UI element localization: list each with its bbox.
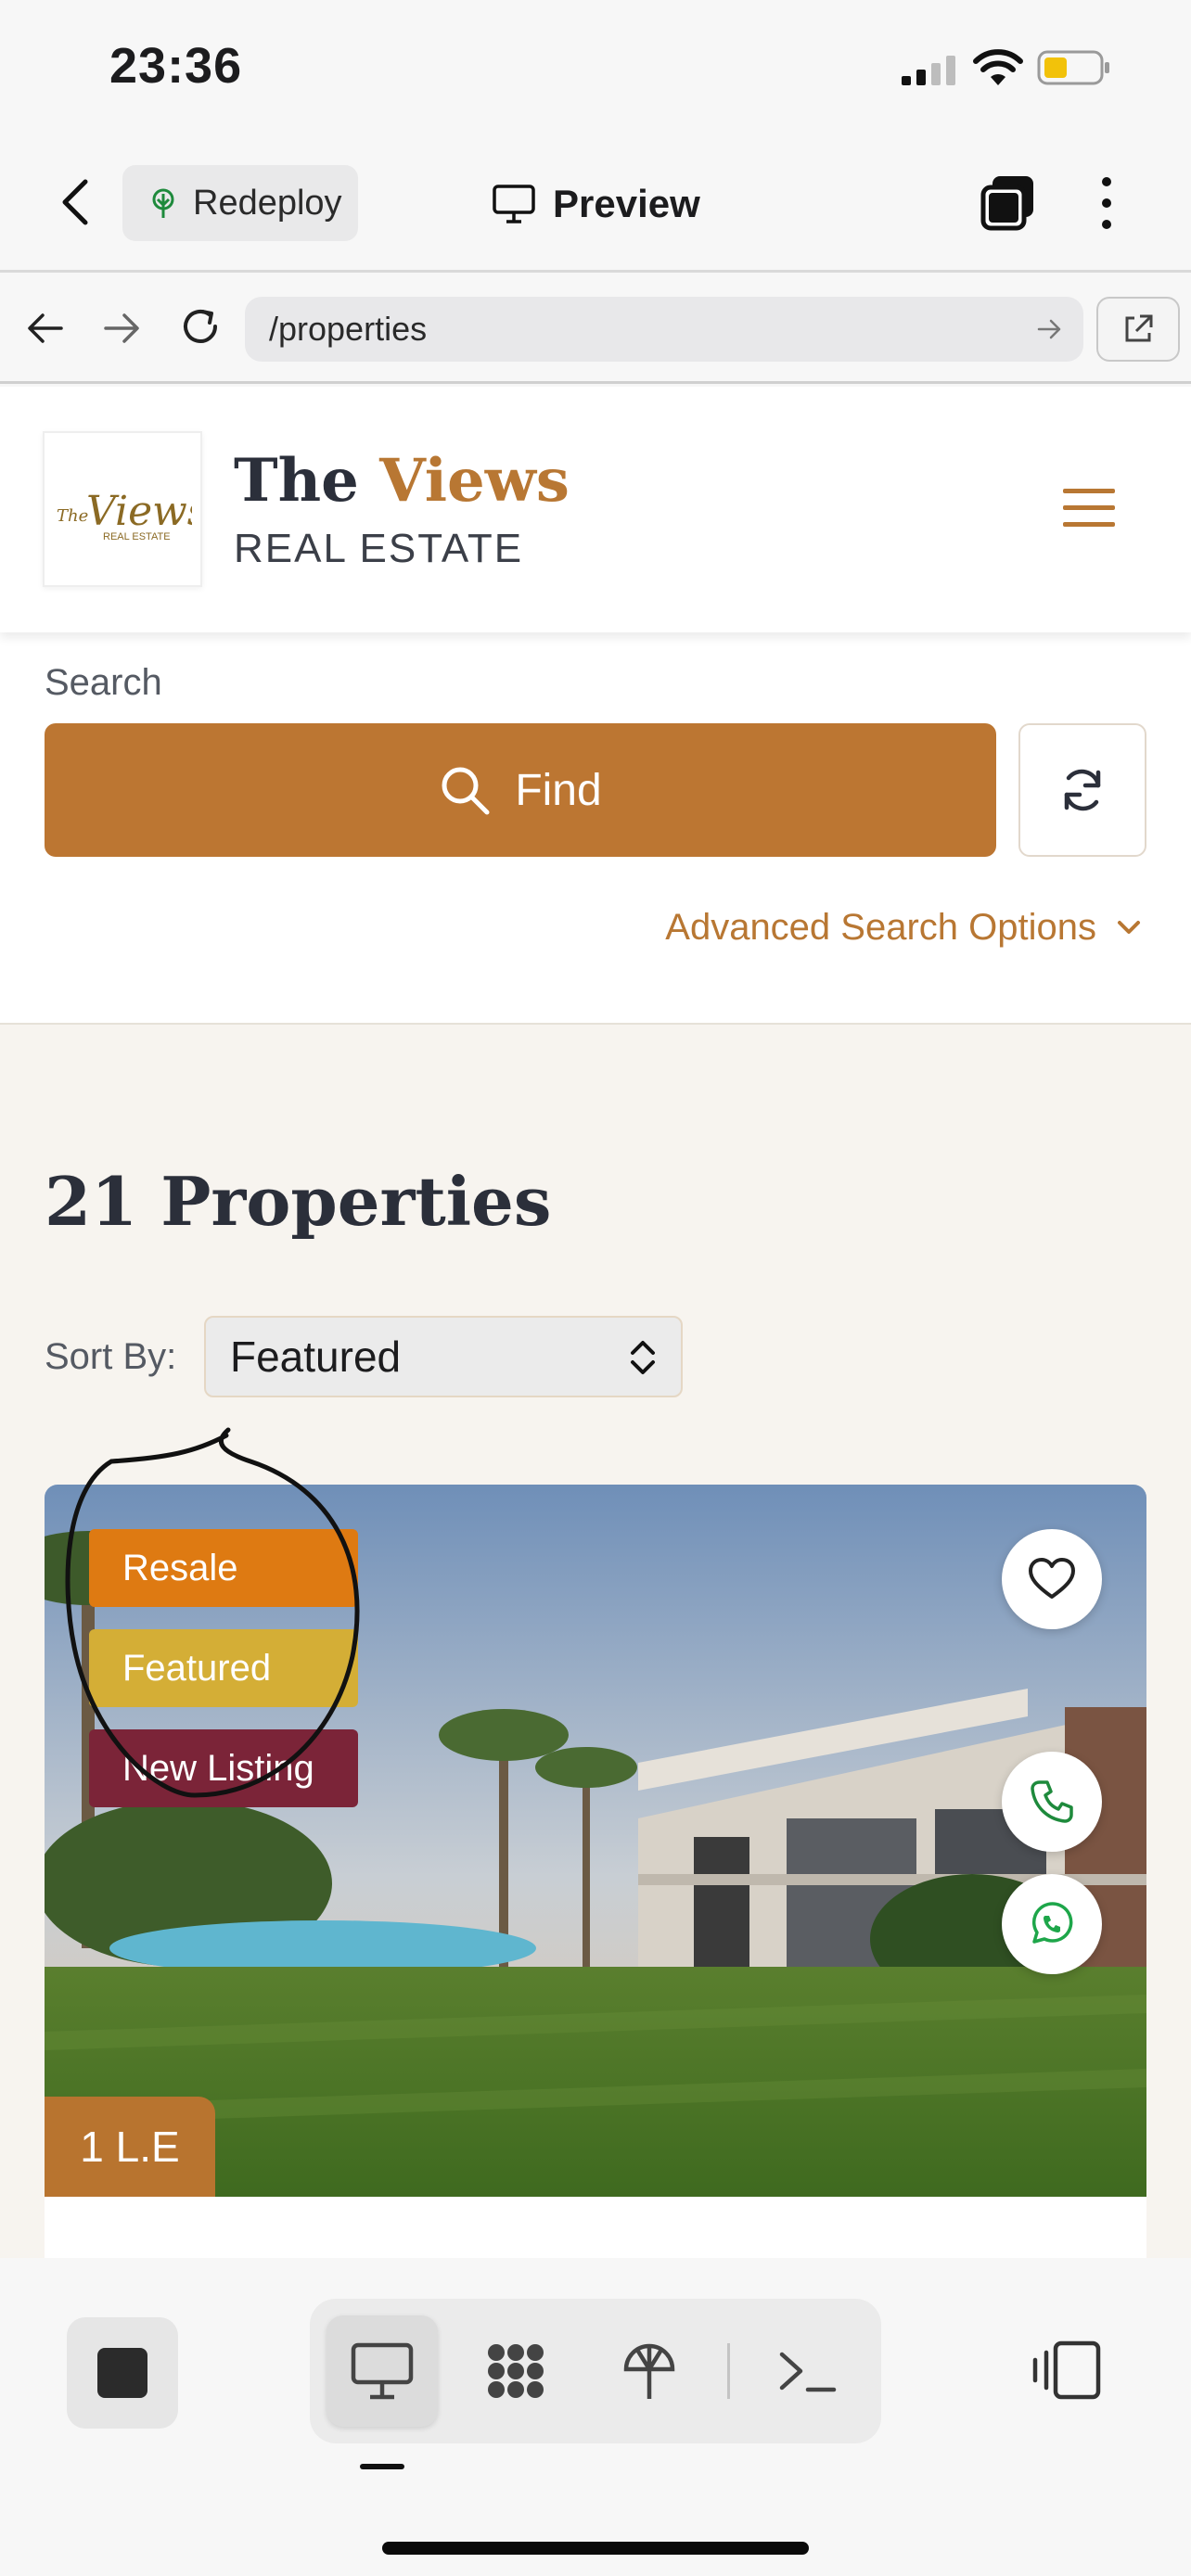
property-card[interactable]: Resale Featured New Listing 1 L.E xyxy=(45,1485,1146,2319)
more-vertical-icon[interactable] xyxy=(1091,174,1122,232)
heart-icon xyxy=(1029,1558,1075,1599)
sort-select[interactable]: Featured xyxy=(204,1316,683,1397)
view-switcher xyxy=(310,2299,881,2443)
advanced-search-toggle[interactable]: Advanced Search Options xyxy=(665,907,1141,949)
search-icon xyxy=(442,767,490,815)
brand-accent: Views xyxy=(379,446,570,516)
svg-text:Views: Views xyxy=(86,488,192,535)
select-arrows-icon xyxy=(631,1341,655,1374)
brand-name: The Views xyxy=(234,446,570,516)
badge-resale: Resale xyxy=(89,1529,358,1607)
arrow-right-icon[interactable] xyxy=(1037,317,1063,341)
advanced-search-label: Advanced Search Options xyxy=(665,907,1096,948)
deploy-tree-icon xyxy=(623,2343,675,2399)
terminal-icon xyxy=(779,2352,837,2392)
browser-bar: /properties xyxy=(0,273,1191,384)
url-text: /properties xyxy=(269,310,428,348)
console-view-tab[interactable] xyxy=(751,2315,863,2427)
deploy-tree-icon xyxy=(152,188,174,218)
badge-featured: Featured xyxy=(89,1629,358,1707)
sort-value: Featured xyxy=(230,1333,402,1381)
phone-icon xyxy=(1031,1780,1073,1823)
price-tag: 1 L.E xyxy=(45,2097,215,2197)
call-button[interactable] xyxy=(1002,1752,1102,1852)
brand-prefix: The xyxy=(234,446,359,516)
hamburger-icon[interactable] xyxy=(1063,487,1115,529)
refresh-icon xyxy=(1064,769,1101,811)
app-toolbar: Redeploy Preview xyxy=(0,130,1191,273)
site-header: The Views REAL ESTATE The Views REAL EST… xyxy=(0,387,1191,632)
wifi-icon xyxy=(973,49,1023,85)
cellular-signal-icon xyxy=(902,56,955,85)
reload-icon[interactable] xyxy=(178,304,223,349)
reset-search-button[interactable] xyxy=(1018,723,1146,857)
open-external-button[interactable] xyxy=(1096,297,1180,362)
results-count-title: 21 Properties xyxy=(45,1162,552,1241)
logo-mark: The Views REAL ESTATE xyxy=(57,488,192,542)
whatsapp-icon xyxy=(1031,1902,1073,1944)
redeploy-button[interactable]: Redeploy xyxy=(122,165,358,241)
brand-subtitle: REAL ESTATE xyxy=(234,526,524,571)
find-button[interactable]: Find xyxy=(45,723,996,857)
active-tab-indicator xyxy=(360,2464,404,2469)
monitor-icon xyxy=(351,2342,414,2400)
brand-logo[interactable]: The Views REAL ESTATE xyxy=(43,431,202,587)
arrow-right-icon[interactable] xyxy=(102,310,141,347)
svg-text:The: The xyxy=(57,506,88,526)
chevron-left-icon[interactable] xyxy=(58,178,95,226)
bottom-toolbar xyxy=(0,2258,1191,2576)
home-indicator xyxy=(382,2542,809,2555)
status-time: 23:36 xyxy=(109,38,243,94)
find-label: Find xyxy=(515,765,602,815)
svg-text:REAL ESTATE: REAL ESTATE xyxy=(103,531,171,542)
preview-label: Preview xyxy=(553,182,700,225)
listing-badges: Resale Featured New Listing xyxy=(89,1529,358,1807)
url-bar[interactable]: /properties xyxy=(245,297,1083,362)
preview-view-tab[interactable] xyxy=(327,2315,438,2427)
toolbar-divider xyxy=(727,2343,730,2399)
battery-icon xyxy=(1037,50,1109,85)
deploy-view-tab[interactable] xyxy=(594,2315,705,2427)
monitor-icon xyxy=(493,185,535,223)
search-section: Search Find Advanced Search Options xyxy=(0,632,1191,1025)
stop-icon xyxy=(97,2348,147,2398)
stop-button[interactable] xyxy=(67,2317,178,2429)
open-external-icon xyxy=(1125,314,1153,342)
tabs-icon[interactable] xyxy=(980,174,1037,232)
status-bar: 23:36 xyxy=(0,0,1191,130)
grid-nodes-icon xyxy=(488,2344,544,2398)
sort-label: Sort By: xyxy=(45,1336,177,1377)
favorite-button[interactable] xyxy=(1002,1529,1102,1629)
whatsapp-button[interactable] xyxy=(1002,1874,1102,1974)
listings-section: 21 Properties Sort By: Featured Resale F… xyxy=(0,1025,1191,2319)
preview-title: Preview xyxy=(492,176,700,232)
arrow-left-icon[interactable] xyxy=(26,310,65,347)
chevron-down-icon xyxy=(1118,920,1140,934)
redeploy-label: Redeploy xyxy=(193,183,342,223)
sidebar-toggle-icon[interactable] xyxy=(1031,2340,1102,2401)
workflows-view-tab[interactable] xyxy=(460,2315,571,2427)
search-label: Search xyxy=(45,662,162,703)
badge-new-listing: New Listing xyxy=(89,1729,358,1807)
